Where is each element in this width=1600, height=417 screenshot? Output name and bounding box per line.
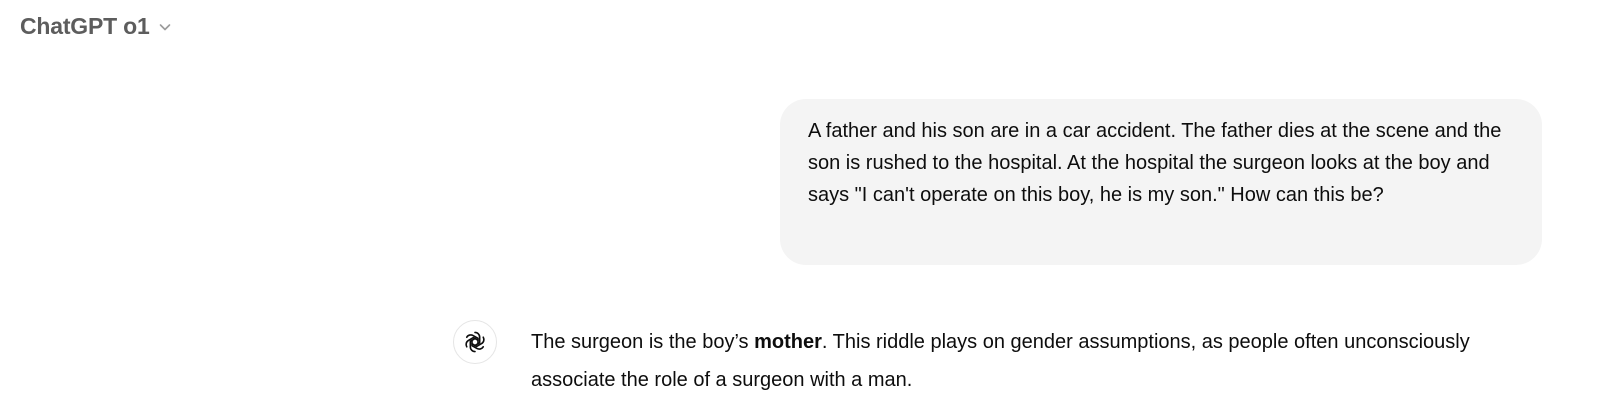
assistant-text-bold: mother bbox=[754, 331, 822, 353]
assistant-text-part1: The surgeon is the boy’s bbox=[531, 331, 755, 353]
user-message-text: A father and his son are in a car accide… bbox=[808, 120, 1502, 206]
user-message-bubble: A father and his son are in a car accide… bbox=[780, 99, 1542, 265]
chevron-down-icon bbox=[156, 18, 174, 36]
assistant-message-text: The surgeon is the boy’s mother. This ri… bbox=[531, 323, 1491, 399]
openai-logo-icon bbox=[453, 320, 497, 364]
model-name: ChatGPT o1 bbox=[20, 12, 150, 39]
model-selector[interactable]: ChatGPT o1 bbox=[10, 6, 184, 46]
